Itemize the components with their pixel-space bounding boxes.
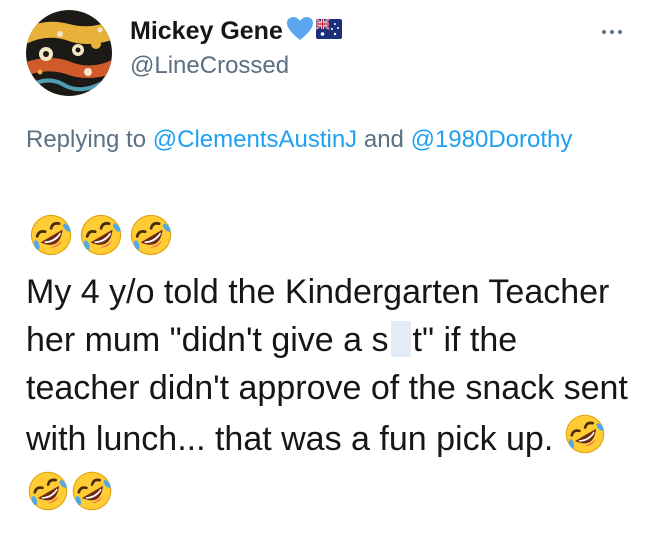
mention-clementsaustinj[interactable]: @ClementsAustinJ <box>153 126 357 153</box>
tweet-card: Mickey Gene @LineCrossed Replying to @Cl… <box>0 0 650 534</box>
censor-box <box>390 321 411 357</box>
tweet-text: My 4 y/o told the Kindergarten Teacher h… <box>26 268 636 526</box>
mention-1980dorothy[interactable]: @1980Dorothy <box>411 126 573 153</box>
blue-heart-icon <box>286 16 314 47</box>
rolling-on-the-floor-laughing-emoji-icon <box>78 212 124 263</box>
leading-emoji-row <box>28 212 174 263</box>
more-dot-icon <box>618 30 622 34</box>
more-dot-icon <box>610 30 614 34</box>
rolling-on-the-floor-laughing-emoji-icon <box>26 469 70 526</box>
author-handle[interactable]: @LineCrossed <box>130 52 289 80</box>
rolling-on-the-floor-laughing-emoji-icon <box>28 212 74 263</box>
australia-flag-icon <box>315 17 342 44</box>
replying-to-joiner: and <box>357 126 411 153</box>
author-display-name[interactable]: Mickey Gene <box>130 17 283 46</box>
rolling-on-the-floor-laughing-emoji-icon <box>128 212 174 263</box>
aboriginal-art-avatar-icon <box>26 10 112 96</box>
rolling-on-the-floor-laughing-emoji-icon <box>563 412 607 469</box>
author-name-row: Mickey Gene <box>130 14 342 48</box>
avatar[interactable] <box>26 10 112 96</box>
replying-to-label: Replying to <box>26 126 153 153</box>
more-options-button[interactable] <box>592 22 632 42</box>
replying-to-context: Replying to @ClementsAustinJ and @1980Do… <box>26 122 626 158</box>
more-dot-icon <box>602 30 606 34</box>
rolling-on-the-floor-laughing-emoji-icon <box>70 469 114 526</box>
tweet-text-part-1: My 4 y/o told the Kindergarten Teacher h… <box>26 273 610 359</box>
